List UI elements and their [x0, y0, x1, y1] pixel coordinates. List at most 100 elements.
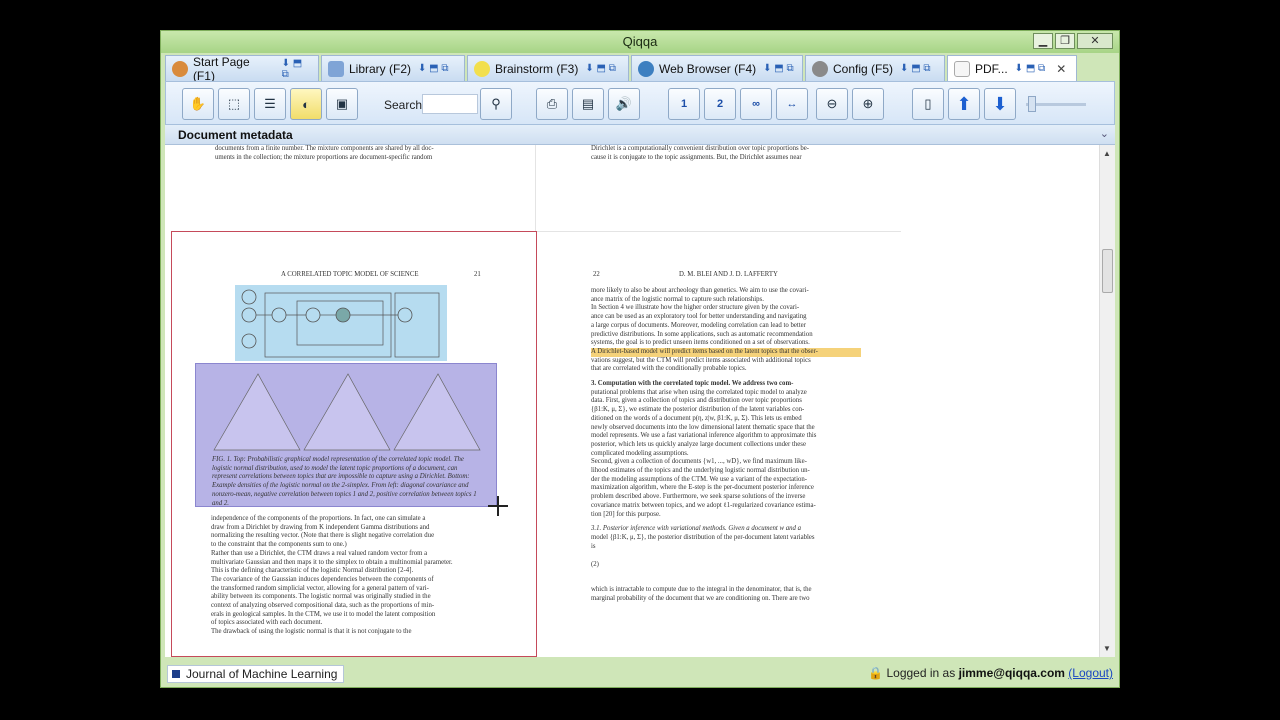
text-select-icon[interactable]: ☰	[254, 88, 286, 120]
tab-label: Web Browser (F4)	[659, 61, 757, 76]
book-icon[interactable]: ▯	[912, 88, 944, 120]
text-line: is	[591, 542, 596, 550]
status-bar: Journal of Machine Learning 🔒 Logged in …	[161, 661, 1119, 687]
fit-width-button[interactable]: ↔	[776, 88, 808, 120]
tab-brainstorm[interactable]: Brainstorm (F3) ⬇ ⬒ ⧉	[467, 55, 629, 81]
tab-pdf[interactable]: PDF... ⬇ ⬒ ⧉ ✕	[947, 55, 1077, 81]
text-line: Dirichlet is a computationally convenien…	[591, 145, 810, 152]
pin-icon[interactable]: ⬇ ⬒ ⧉	[1015, 63, 1046, 74]
text-line: Rather than use a Dirichlet, the CTM dra…	[211, 549, 428, 557]
figure-highlight-selection[interactable]: FIG. 1. Top: Probabilistic graphical mod…	[195, 363, 497, 507]
text-line: ance matrix of the logistic normal to ca…	[591, 295, 764, 303]
text-line: maximization algorithm, where the E-step…	[591, 484, 814, 492]
search-label: Search:	[384, 98, 426, 112]
scrollbar-thumb[interactable]	[1102, 249, 1113, 293]
logout-link[interactable]: (Logout)	[1068, 666, 1113, 680]
slider-thumb[interactable]	[1028, 96, 1036, 112]
window-title: Qiqqa	[622, 34, 658, 49]
toolbar: ✋ ⬚ ☰ ◐ ▣ Search: ⚲ ⎙ ▤ 🔊 1 2 ∞ ↔ ⊖ ⊕ ▯ …	[165, 81, 1115, 125]
pin-icon[interactable]: ⬇ ⬒ ⧉	[585, 63, 616, 74]
text-line: {β1:K, μ, Σ}, we estimate the posterior …	[591, 406, 805, 414]
close-button[interactable]: ✕	[1077, 33, 1113, 49]
pin-icon[interactable]: ⬇ ⬒ ⧉	[900, 63, 931, 74]
scroll-up-icon[interactable]: ▲	[1103, 149, 1111, 158]
crosshair-cursor	[488, 496, 508, 516]
folder-icon	[328, 60, 344, 77]
tab-web-browser[interactable]: Web Browser (F4) ⬇ ⬒ ⧉	[631, 55, 803, 81]
two-page-button[interactable]: 2	[704, 88, 736, 120]
chevron-down-icon[interactable]: ⌄	[1100, 127, 1109, 140]
text-line: draw from a Dirichlet by drawing from K …	[211, 523, 430, 531]
text-line: posterior, which lets us quickly analyze…	[591, 440, 806, 448]
zoom-out-icon[interactable]: ⊖	[816, 88, 848, 120]
close-tab-icon[interactable]: ✕	[1056, 62, 1066, 76]
graphical-model-diagram	[241, 289, 440, 358]
text-line: putational problems that arise when usin…	[591, 388, 807, 396]
single-page-button[interactable]: 1	[668, 88, 700, 120]
text-line: ability between its components. The logi…	[211, 593, 431, 601]
maximize-button[interactable]: ❐	[1055, 33, 1075, 49]
zoom-slider[interactable]	[1026, 96, 1086, 112]
select-icon[interactable]: ⬚	[218, 88, 250, 120]
search-icon[interactable]: ⚲	[480, 88, 512, 120]
tab-label: Start Page (F1)	[192, 54, 250, 83]
text-line: marginal probability of the document tha…	[591, 594, 810, 602]
text-line: der the modeling assumptions of the CTM.…	[591, 475, 808, 483]
pin-icon[interactable]: ⬇ ⬒ ⧉	[282, 58, 312, 80]
text-line: vations suggest, but the CTM will predic…	[591, 356, 811, 364]
text-line: documents from a finite number. The mixt…	[215, 145, 434, 152]
text-line: model represents. We use a fast variatio…	[591, 432, 817, 440]
text-line: The drawback of using the logistic norma…	[211, 628, 412, 636]
text-line: erals in geological samples. In the CTM,…	[211, 610, 436, 618]
many-page-button[interactable]: ∞	[740, 88, 772, 120]
text-line: the transformed random simplicial vector…	[211, 584, 429, 592]
hand-icon[interactable]: ✋	[182, 88, 214, 120]
pin-icon[interactable]: ⬇ ⬒ ⧉	[418, 63, 449, 74]
pdf-viewer[interactable]: documents from a finite number. The mixt…	[165, 145, 1115, 657]
text-line: that are correlated with the conditional…	[591, 365, 747, 373]
simplex-density-plots	[213, 373, 481, 451]
zoom-in-icon[interactable]: ⊕	[852, 88, 884, 120]
lock-icon: 🔒	[868, 666, 884, 680]
gear-icon	[812, 60, 828, 77]
tab-start-page[interactable]: Start Page (F1) ⬇ ⬒ ⧉	[165, 54, 319, 83]
text-line: ance can be used as an exploratory tool …	[591, 313, 807, 321]
text-line: covariance matrix between topics, and we…	[591, 501, 816, 509]
bulb-icon	[474, 60, 490, 77]
pin-icon[interactable]: ⬇ ⬒ ⧉	[763, 63, 794, 74]
print-icon[interactable]: ⎙	[536, 88, 568, 120]
tab-config[interactable]: Config (F5) ⬇ ⬒ ⧉	[805, 55, 945, 81]
snapshot-icon[interactable]: ▣	[326, 88, 358, 120]
section-heading: 3. Computation with the correlated topic…	[591, 380, 794, 388]
tab-label: Config (F5)	[833, 61, 894, 76]
highlighter-icon[interactable]: ◐	[290, 88, 322, 120]
equation-label: (2)	[591, 561, 599, 569]
text-line: model {β1:K, μ, Σ}, the posterior distri…	[591, 533, 815, 541]
arrow-down-icon[interactable]: ⬇	[984, 88, 1016, 120]
graphical-model-figure	[235, 285, 447, 361]
tab-strip: Start Page (F1) ⬇ ⬒ ⧉ Library (F2) ⬇ ⬒ ⧉…	[165, 54, 1079, 83]
text-line: ditioned on the words of a document p(η,…	[591, 414, 802, 422]
text-line: problem described above. Furthermore, we…	[591, 493, 806, 501]
scroll-down-icon[interactable]: ▼	[1103, 644, 1111, 653]
minimize-button[interactable]: ▁	[1033, 33, 1053, 49]
text-line: of topics associated with each document.	[211, 619, 323, 627]
left-page-body: independence of the components of the pr…	[211, 515, 483, 637]
text-line: a large corpus of documents. Moreover, m…	[591, 321, 806, 329]
right-page-body: more likely to also be about archeology …	[591, 287, 861, 604]
document-metadata-header[interactable]: Document metadata ⌄	[165, 125, 1115, 145]
text-line: context of analyzing observed compositio…	[211, 602, 435, 610]
arrow-up-icon[interactable]: ⬆	[948, 88, 980, 120]
search-input[interactable]	[422, 94, 478, 114]
text-line: tion [20] for this purpose.	[591, 510, 661, 518]
text-line: This is the defining characteristic of t…	[211, 567, 414, 575]
speak-icon[interactable]: 🔊	[608, 88, 640, 120]
page22-header: D. M. BLEI AND J. D. LAFFERTY	[679, 271, 778, 278]
text-line: to the constraint that the components su…	[211, 541, 347, 549]
globe-icon	[638, 60, 654, 77]
login-status: 🔒 Logged in as jimme@qiqqa.com (Logout)	[868, 666, 1113, 680]
user-email: jimme@qiqqa.com	[958, 666, 1065, 680]
vertical-scrollbar[interactable]: ▲ ▼	[1099, 145, 1115, 657]
tab-library[interactable]: Library (F2) ⬇ ⬒ ⧉	[321, 55, 465, 81]
notes-icon[interactable]: ▤	[572, 88, 604, 120]
